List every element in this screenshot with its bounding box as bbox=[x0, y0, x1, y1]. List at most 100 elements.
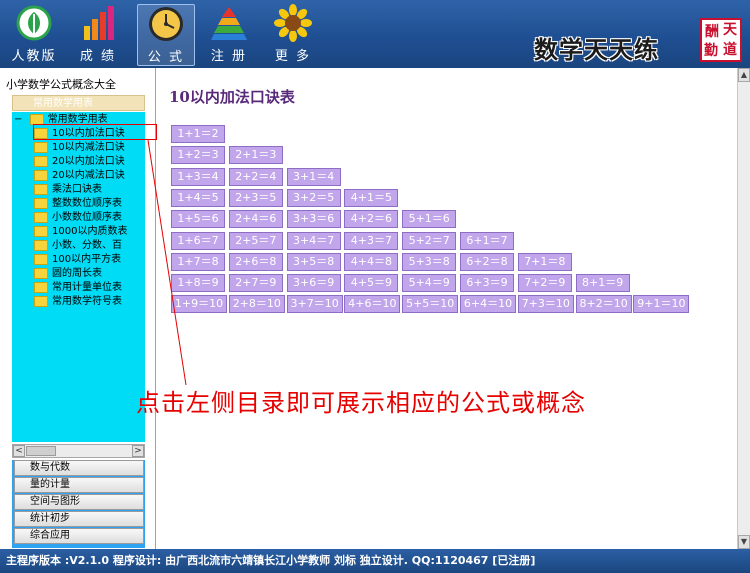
formula-cell: 4+2＝6 bbox=[344, 210, 399, 229]
folder-icon bbox=[34, 197, 48, 209]
category-button[interactable]: 数与代数 bbox=[14, 460, 144, 476]
formula-label: 公 式 bbox=[147, 50, 185, 65]
folder-icon bbox=[34, 295, 48, 307]
formula-cell: 1+7＝8 bbox=[171, 252, 225, 271]
formula-button[interactable]: 公 式 bbox=[137, 4, 195, 66]
tree-item-label: 常用数学符号表 bbox=[52, 296, 122, 307]
tree-item[interactable]: 10以内减法口诀 bbox=[34, 141, 125, 155]
tree-item-label: 1000以内质数表 bbox=[52, 226, 128, 237]
tree-item[interactable]: 100以内平方表 bbox=[34, 253, 121, 267]
formula-cell: 4+5＝9 bbox=[344, 274, 399, 293]
folder-icon bbox=[34, 155, 48, 167]
tree-item[interactable]: 小数、分数、百 bbox=[34, 239, 122, 253]
tree-item-label: 20以内加法口诀 bbox=[52, 156, 125, 167]
formula-cell: 1+3＝4 bbox=[171, 167, 225, 186]
formula-cell: 4+4＝8 bbox=[344, 252, 399, 271]
formula-cell: 1+6＝7 bbox=[171, 231, 225, 250]
formula-cell: 2+8＝10 bbox=[228, 295, 285, 314]
formula-cell: 2+5＝7 bbox=[228, 231, 283, 250]
register-button[interactable]: 注 册 bbox=[201, 4, 257, 64]
seal-char-3: 勤 bbox=[704, 43, 718, 59]
scroll-up-button[interactable]: ▲ bbox=[738, 68, 750, 82]
scroll-thumb[interactable] bbox=[26, 446, 56, 456]
tree-item[interactable]: 常用计量单位表 bbox=[34, 281, 122, 295]
formula-cell: 7+3＝10 bbox=[517, 295, 574, 314]
textbook-button[interactable]: 人教版 bbox=[6, 4, 62, 64]
folder-icon bbox=[34, 281, 48, 293]
tree-item-label: 常用计量单位表 bbox=[52, 282, 122, 293]
formula-cell: 5+1＝6 bbox=[402, 210, 457, 229]
folder-icon bbox=[34, 169, 48, 181]
category-button[interactable]: 空间与图形 bbox=[14, 494, 144, 510]
page-title: 10以内加法口诀表 bbox=[169, 88, 295, 106]
seal-char-2: 天 bbox=[723, 22, 737, 38]
seal-char-1: 酬 bbox=[705, 24, 719, 40]
formula-cell: 3+1＝4 bbox=[286, 167, 341, 186]
annotation-text: 点击左侧目录即可展示相应的公式或概念 bbox=[136, 389, 586, 417]
formula-cell: 9+1＝10 bbox=[633, 295, 690, 314]
horizontal-scrollbar[interactable]: < > bbox=[12, 444, 145, 458]
category-button[interactable]: 量的计量 bbox=[14, 477, 144, 493]
tree-item-label: 圆的周长表 bbox=[52, 268, 102, 279]
scroll-left-button[interactable]: < bbox=[13, 445, 25, 457]
seal-stamp: 酬 天 勤 道 bbox=[700, 18, 742, 62]
folder-icon bbox=[34, 253, 48, 265]
content-area: 10以内加法口诀表 1+1＝2 1+2＝3 2+1＝3 1+3＝4 2+2＝4 3+1＝4… bbox=[157, 68, 737, 549]
tree-item-label: 100以内平方表 bbox=[52, 254, 122, 265]
annotation-highlight-box bbox=[33, 124, 157, 140]
formula-cell: 3+5＝8 bbox=[286, 252, 341, 271]
folder-icon bbox=[34, 267, 48, 279]
sunflower-icon bbox=[273, 4, 313, 42]
category-button[interactable]: 统计初步 bbox=[14, 511, 144, 527]
tree-item-label: 10以内减法口诀 bbox=[52, 142, 125, 153]
tree-item[interactable]: 20以内加法口诀 bbox=[34, 155, 125, 169]
scores-label: 成 绩 bbox=[79, 49, 117, 64]
scroll-right-button[interactable]: > bbox=[132, 445, 144, 457]
tree-item[interactable]: 小数数位顺序表 bbox=[34, 211, 122, 225]
formula-cell: 6+1＝7 bbox=[460, 231, 514, 250]
folder-icon bbox=[34, 225, 48, 237]
tree-item[interactable]: 圆的周长表 bbox=[34, 267, 102, 281]
tree-item-label: 20以内减法口诀 bbox=[52, 170, 125, 181]
formula-cell: 2+3＝5 bbox=[228, 188, 283, 207]
formula-cell: 4+3＝7 bbox=[344, 231, 399, 250]
formula-cell: 2+4＝6 bbox=[228, 210, 283, 229]
more-label: 更 多 bbox=[274, 49, 312, 64]
toolbar: 人教版 成 绩 公 式 注 册 更 多 数学天天练 酬 天 勤 道 bbox=[0, 0, 750, 68]
scores-button[interactable]: 成 绩 bbox=[70, 4, 126, 64]
tree-item-label: 整数数位顺序表 bbox=[52, 198, 122, 209]
app-logo-text: 数学天天练 bbox=[534, 35, 659, 64]
tree-item[interactable]: 1000以内质数表 bbox=[34, 225, 127, 239]
formula-cell: 1+2＝3 bbox=[171, 146, 225, 165]
formula-cell: 5+5＝10 bbox=[402, 295, 459, 314]
tree-item[interactable]: 20以内减法口诀 bbox=[34, 169, 125, 183]
tree-item-label: 乘法口诀表 bbox=[52, 184, 102, 195]
folder-icon bbox=[34, 183, 48, 195]
more-button[interactable]: 更 多 bbox=[265, 4, 321, 64]
formula-cell: 3+2＝5 bbox=[286, 188, 341, 207]
formula-cell: 8+2＝10 bbox=[575, 295, 632, 314]
directory-tree: − 常用数学用表 10以内加法口诀 10以内减法口诀 20以内加法口诀 20以内减法口… bbox=[12, 112, 145, 442]
sidebar-active-section[interactable]: 常用数学用表 bbox=[12, 95, 145, 111]
sidebar-title: 小学数学公式概念大全 bbox=[6, 78, 116, 91]
collapse-toggle-icon[interactable]: − bbox=[14, 114, 22, 125]
folder-icon bbox=[34, 211, 48, 223]
formula-cell: 3+3＝6 bbox=[286, 210, 341, 229]
vertical-scrollbar[interactable]: ▲ ▼ bbox=[737, 68, 750, 549]
register-label: 注 册 bbox=[210, 49, 248, 64]
formula-cell: 5+3＝8 bbox=[402, 252, 457, 271]
status-bar: 主程序版本 :V2.1.0 程序设计: 由广西北流市六靖镇长江小学教师 刘标 独… bbox=[0, 549, 750, 573]
scroll-down-button[interactable]: ▼ bbox=[738, 535, 750, 549]
seal-char-4: 道 bbox=[723, 42, 737, 58]
category-button[interactable]: 综合应用 bbox=[14, 528, 144, 544]
formula-cell: 4+6＝10 bbox=[344, 295, 401, 314]
formula-cell: 4+1＝5 bbox=[344, 188, 399, 207]
tree-item[interactable]: 常用数学符号表 bbox=[34, 295, 122, 309]
folder-icon bbox=[29, 113, 44, 125]
tree-item-label: 小数、分数、百 bbox=[52, 240, 122, 251]
formula-cell: 2+6＝8 bbox=[228, 252, 283, 271]
formula-cell: 2+2＝4 bbox=[228, 167, 283, 186]
formula-cell: 1+8＝9 bbox=[171, 274, 225, 293]
tree-item[interactable]: 乘法口诀表 bbox=[34, 183, 102, 197]
tree-item[interactable]: 整数数位顺序表 bbox=[34, 197, 122, 211]
